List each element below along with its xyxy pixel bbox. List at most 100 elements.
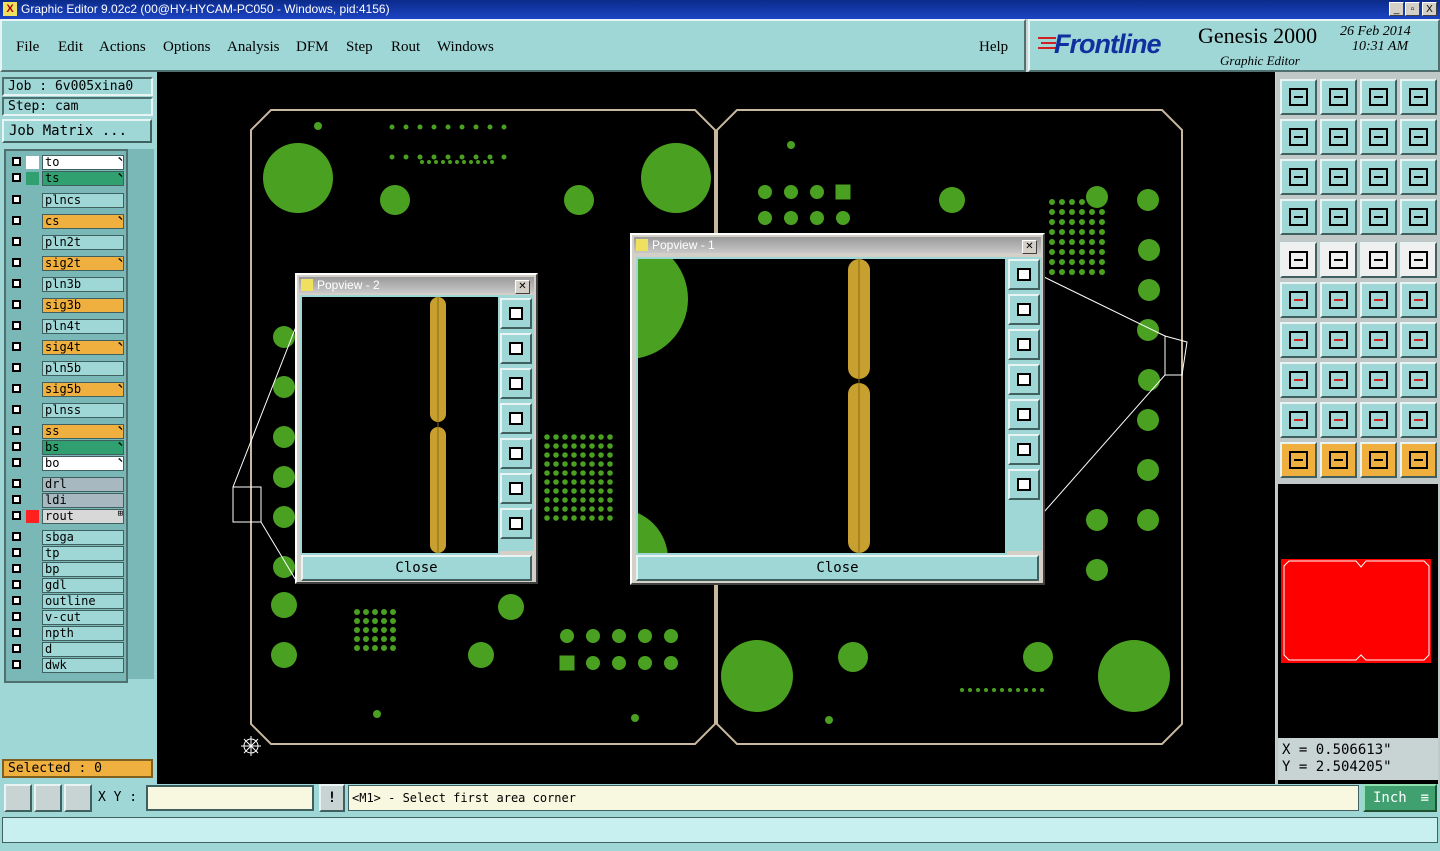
layer-row-pln4t[interactable]: pln4t	[8, 319, 126, 334]
layer-name[interactable]: bs	[42, 440, 124, 455]
pan-up-button[interactable]	[1008, 294, 1040, 325]
layer-row-rout[interactable]: rout ⊞	[8, 509, 126, 524]
blob-icon[interactable]	[1400, 362, 1437, 398]
layer-name[interactable]: tp	[42, 546, 124, 561]
layer-name[interactable]: sig3b	[42, 298, 124, 313]
layer-name[interactable]: pln3b	[42, 277, 124, 292]
ruler-icon[interactable]	[1360, 242, 1397, 278]
popview-2-canvas[interactable]	[300, 295, 500, 555]
select-mode-icon[interactable]	[1280, 242, 1317, 278]
tools-icon[interactable]	[1280, 199, 1317, 235]
menu-rout[interactable]: Rout	[391, 39, 420, 56]
move-icon[interactable]	[1360, 282, 1397, 318]
popview-1-close-button[interactable]: Close	[636, 555, 1039, 581]
zoom-window-button[interactable]	[500, 298, 532, 329]
minimize-button[interactable]: _	[1389, 2, 1404, 16]
import-icon[interactable]	[1280, 79, 1317, 115]
menu-actions[interactable]: Actions	[99, 39, 146, 56]
popview-1-close-icon[interactable]: ✕	[1022, 240, 1037, 254]
layer-checkbox[interactable]	[12, 612, 21, 621]
help-icon[interactable]	[1400, 159, 1437, 195]
layer-name[interactable]: rout	[42, 509, 124, 524]
cursor-icon[interactable]	[1360, 442, 1397, 478]
center-icon[interactable]	[1320, 159, 1357, 195]
layer-checkbox[interactable]	[12, 564, 21, 573]
restore-button[interactable]: ▫	[1405, 2, 1420, 16]
layer-checkbox[interactable]	[12, 479, 21, 488]
layer-checkbox[interactable]	[12, 321, 21, 330]
layer-checkbox[interactable]	[12, 596, 21, 605]
close-window-button[interactable]: X	[1422, 2, 1437, 16]
layer-checkbox[interactable]	[12, 458, 21, 467]
route-icon[interactable]	[1400, 442, 1437, 478]
units-selector[interactable]: Inch ≡	[1363, 784, 1437, 812]
outline-icon[interactable]	[1360, 402, 1397, 438]
line-icon[interactable]	[1320, 322, 1357, 358]
layer-row-ss[interactable]: ss ⬉	[8, 424, 126, 439]
layer-checkbox[interactable]	[12, 342, 21, 351]
layer-checkbox[interactable]	[12, 300, 21, 309]
alert-icon[interactable]: !	[319, 784, 345, 812]
pan-right-button[interactable]	[500, 438, 532, 469]
menu-options[interactable]: Options	[163, 39, 211, 56]
fit-icon[interactable]	[1280, 159, 1317, 195]
zoom-out-button[interactable]	[500, 508, 532, 539]
layer-row-pln3b[interactable]: pln3b	[8, 277, 126, 292]
layer-name[interactable]: outline	[42, 594, 124, 609]
trim-icon[interactable]	[1320, 362, 1357, 398]
layer-name[interactable]: gdl	[42, 578, 124, 593]
xy-input[interactable]	[146, 785, 314, 811]
layer-row-sig5b[interactable]: sig5b ⬉	[8, 382, 126, 397]
layer-name[interactable]: sig5b	[42, 382, 124, 397]
layer-name[interactable]: to	[42, 155, 124, 170]
pan-up-button[interactable]	[500, 333, 532, 364]
layer-row-tp[interactable]: tp	[8, 546, 126, 561]
layer-row-bo[interactable]: bo ⬉	[8, 456, 126, 471]
layer-row-v-cut[interactable]: v-cut	[8, 610, 126, 625]
layer-checkbox[interactable]	[12, 173, 21, 182]
layer-checkbox[interactable]	[12, 660, 21, 669]
layer-row-plncs[interactable]: plncs	[8, 193, 126, 208]
layer-checkbox[interactable]	[12, 195, 21, 204]
connect-icon[interactable]	[1280, 282, 1317, 318]
slope-icon[interactable]	[1280, 322, 1317, 358]
layer-checkbox[interactable]	[12, 237, 21, 246]
zoom-in-button[interactable]	[500, 473, 532, 504]
layer-checkbox[interactable]	[12, 258, 21, 267]
layer-row-bp[interactable]: bp	[8, 562, 126, 577]
layer-snap-icon[interactable]	[1360, 199, 1397, 235]
layer-name[interactable]: v-cut	[42, 610, 124, 625]
step-view-icon[interactable]	[1400, 79, 1437, 115]
layer-row-outline[interactable]: outline	[8, 594, 126, 609]
menu-analysis[interactable]: Analysis	[227, 39, 280, 56]
layer-row-sig2t[interactable]: sig2t ⬉	[8, 256, 126, 271]
menu-windows[interactable]: Windows	[437, 39, 494, 56]
layer-checkbox[interactable]	[12, 405, 21, 414]
job-matrix-button[interactable]: Job Matrix ...	[2, 119, 152, 143]
layer-row-ts[interactable]: ts ⬉	[8, 171, 126, 186]
command-line[interactable]	[2, 817, 1438, 843]
layer-name[interactable]: dwk	[42, 658, 124, 673]
layer-name[interactable]: pln4t	[42, 319, 124, 334]
popview-1-canvas[interactable]	[568, 239, 1007, 609]
measure-icon[interactable]	[34, 784, 62, 812]
layer-name[interactable]: sig4t	[42, 340, 124, 355]
layer-checkbox[interactable]	[12, 216, 21, 225]
layer-row-sig4t[interactable]: sig4t ⬉	[8, 340, 126, 355]
layer-row-drl[interactable]: drl	[8, 477, 126, 492]
intersect-icon[interactable]	[1320, 282, 1357, 318]
pan-left-button[interactable]	[1008, 364, 1040, 395]
1to2-icon[interactable]	[1360, 159, 1397, 195]
layer-row-cs[interactable]: cs ⬉	[8, 214, 126, 229]
layer-name[interactable]: sig2t	[42, 256, 124, 271]
home-icon[interactable]	[1360, 79, 1397, 115]
grid-icon[interactable]	[1320, 199, 1357, 235]
layer-row-npth[interactable]: npth	[8, 626, 126, 641]
pan-right-icon[interactable]	[1320, 119, 1357, 155]
layer-row-gdl[interactable]: gdl	[8, 578, 126, 593]
layer-row-dwk[interactable]: dwk	[8, 658, 126, 673]
layer-checkbox[interactable]	[12, 426, 21, 435]
layer-scrollbar[interactable]	[128, 149, 154, 679]
layer-name[interactable]: npth	[42, 626, 124, 641]
layer-checkbox[interactable]	[12, 644, 21, 653]
